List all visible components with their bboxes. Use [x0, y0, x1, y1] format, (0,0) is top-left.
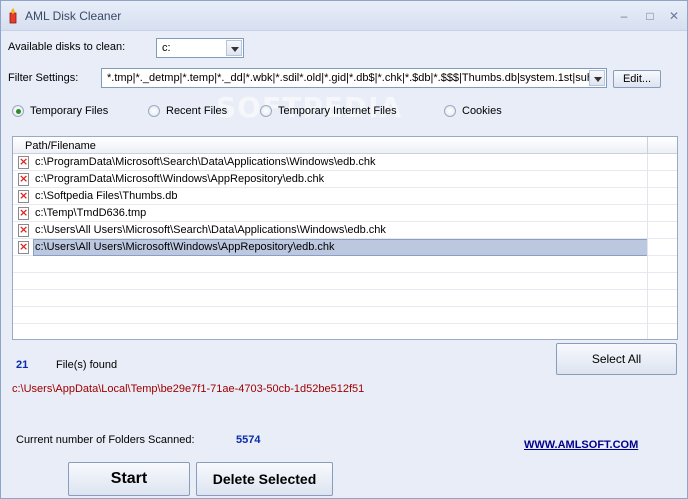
- radio-icon[interactable]: [260, 105, 272, 117]
- maximize-icon[interactable]: □: [641, 8, 659, 24]
- app-window: AML Disk Cleaner – □ ✕ Available disks t…: [0, 0, 688, 499]
- column-header-path[interactable]: Path/Filename: [25, 140, 96, 152]
- row-separator: [647, 324, 648, 339]
- row-separator: [647, 222, 648, 239]
- file-delete-icon: [18, 206, 29, 220]
- start-button[interactable]: Start: [68, 462, 190, 496]
- row-path: c:\Users\All Users\Microsoft\Search\Data…: [35, 224, 386, 236]
- file-list[interactable]: Path/Filename c:\ProgramData\Microsoft\S…: [12, 136, 678, 340]
- row-path: c:\ProgramData\Microsoft\Search\Data\App…: [35, 156, 376, 168]
- file-delete-icon: [18, 223, 29, 237]
- row-path: c:\Temp\TmdD636.tmp: [35, 207, 147, 219]
- option-label: Cookies: [462, 105, 502, 117]
- table-row-empty[interactable]: [13, 324, 677, 339]
- folders-scanned-count: 5574: [236, 434, 261, 446]
- file-delete-icon: [18, 172, 29, 186]
- row-separator: [647, 188, 648, 205]
- row-separator: [647, 205, 648, 222]
- file-delete-icon: [18, 240, 29, 254]
- list-header[interactable]: Path/Filename: [13, 137, 677, 154]
- row-path: c:\Users\All Users\Microsoft\Windows\App…: [35, 241, 335, 253]
- option-temporary-files[interactable]: Temporary Files: [12, 105, 108, 117]
- filter-combo[interactable]: *.tmp|*._detmp|*.temp|*._dd|*.wbk|*.sdil…: [101, 68, 607, 88]
- files-found-count: 21: [16, 359, 29, 371]
- disks-label: Available disks to clean:: [8, 41, 126, 53]
- current-scan-path: c:\Users\AppData\Local\Temp\be29e7f1-71a…: [12, 383, 365, 395]
- title-bar[interactable]: AML Disk Cleaner – □ ✕: [1, 1, 687, 31]
- table-row[interactable]: c:\Softpedia Files\Thumbs.db: [13, 188, 677, 205]
- file-delete-icon: [18, 155, 29, 169]
- list-rows: c:\ProgramData\Microsoft\Search\Data\App…: [13, 154, 677, 339]
- row-separator: [647, 273, 648, 290]
- row-path: c:\Softpedia Files\Thumbs.db: [35, 190, 178, 202]
- folders-scanned-label: Current number of Folders Scanned:: [16, 434, 195, 446]
- row-path: c:\ProgramData\Microsoft\Windows\AppRepo…: [35, 173, 325, 185]
- table-row-selected[interactable]: c:\Users\All Users\Microsoft\Windows\App…: [13, 239, 677, 256]
- window-title: AML Disk Cleaner: [25, 9, 122, 23]
- delete-selected-button[interactable]: Delete Selected: [196, 462, 333, 496]
- table-row[interactable]: c:\ProgramData\Microsoft\Windows\AppRepo…: [13, 171, 677, 188]
- option-label: Temporary Files: [30, 105, 109, 117]
- row-separator: [647, 307, 648, 324]
- option-label: Temporary Internet Files: [278, 105, 397, 117]
- radio-selected-icon[interactable]: [12, 105, 24, 117]
- column-separator: [647, 137, 648, 154]
- row-separator: [647, 171, 648, 188]
- row-separator: [647, 290, 648, 307]
- files-found-label: File(s) found: [56, 359, 118, 371]
- row-separator: [647, 239, 648, 256]
- table-row-empty[interactable]: [13, 307, 677, 324]
- chevron-down-icon[interactable]: [226, 40, 242, 56]
- filter-value: *.tmp|*._detmp|*.temp|*._dd|*.wbk|*.sdil…: [107, 72, 591, 84]
- table-row[interactable]: c:\Temp\TmdD636.tmp: [13, 205, 677, 222]
- minimize-icon[interactable]: –: [615, 8, 633, 24]
- table-row-empty[interactable]: [13, 256, 677, 273]
- chevron-down-icon[interactable]: [589, 70, 605, 86]
- option-recent-files[interactable]: Recent Files: [148, 105, 227, 117]
- app-icon: [9, 8, 17, 24]
- disk-select-value: c:: [162, 42, 171, 54]
- table-row[interactable]: c:\ProgramData\Microsoft\Search\Data\App…: [13, 154, 677, 171]
- file-delete-icon: [18, 189, 29, 203]
- edit-filter-button[interactable]: Edit...: [613, 70, 661, 88]
- select-all-button[interactable]: Select All: [556, 343, 677, 375]
- row-separator: [647, 256, 648, 273]
- website-link[interactable]: WWW.AMLSOFT.COM: [524, 439, 638, 451]
- close-icon[interactable]: ✕: [665, 8, 683, 24]
- disk-select[interactable]: c:: [156, 38, 244, 58]
- table-row[interactable]: c:\Users\All Users\Microsoft\Search\Data…: [13, 222, 677, 239]
- option-label: Recent Files: [166, 105, 228, 117]
- table-row-empty[interactable]: [13, 290, 677, 307]
- filter-label: Filter Settings:: [8, 72, 79, 84]
- row-separator: [647, 154, 648, 171]
- radio-icon[interactable]: [444, 105, 456, 117]
- table-row-empty[interactable]: [13, 273, 677, 290]
- option-temporary-internet-files[interactable]: Temporary Internet Files: [260, 105, 397, 117]
- radio-icon[interactable]: [148, 105, 160, 117]
- option-cookies[interactable]: Cookies: [444, 105, 502, 117]
